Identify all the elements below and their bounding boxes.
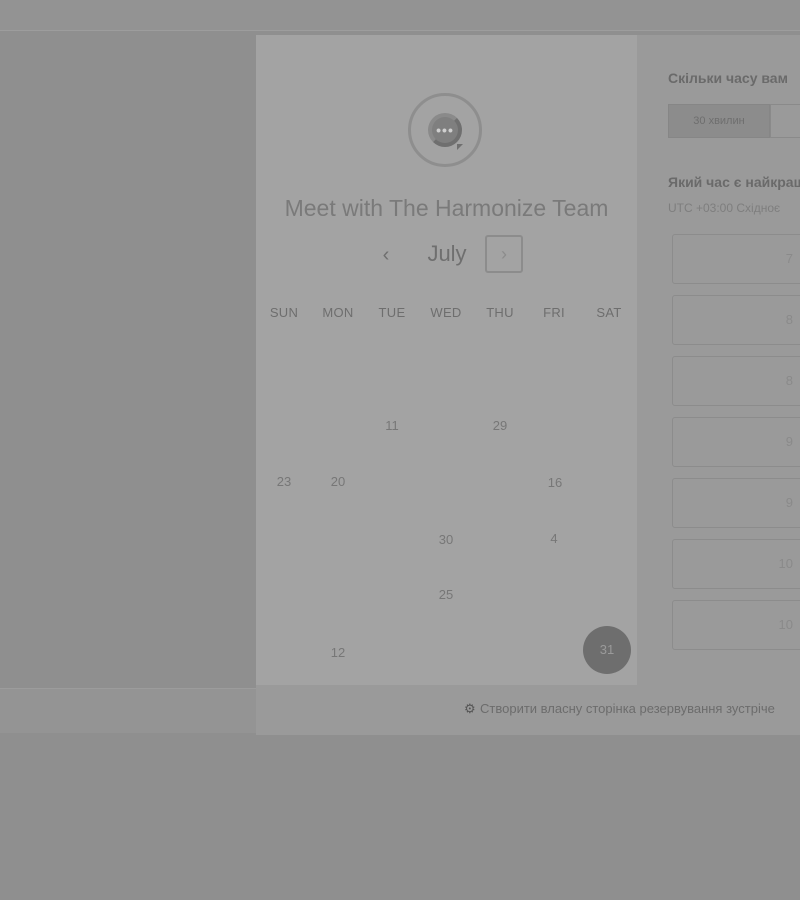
time-slot-label: 9 — [785, 434, 793, 449]
weekday-mon: MON — [322, 305, 354, 320]
weekday-sat: SAT — [596, 305, 622, 320]
weekday-tue: TUE — [378, 305, 406, 320]
calendar-day[interactable]: 16 — [535, 475, 575, 490]
weekday-wed: WED — [430, 305, 462, 320]
time-selection-panel: Скільки часу вам 30 хвилин Який час є на… — [637, 35, 800, 685]
footer-link-text: Створити власну сторінка резервування зу… — [480, 701, 775, 716]
calendar-day[interactable]: 29 — [480, 418, 520, 433]
weekday-fri: FRI — [543, 305, 565, 320]
time-slot-label: 9 — [785, 495, 793, 510]
time-slot-label: 7 — [785, 251, 793, 266]
calendar-day[interactable]: 20 — [318, 474, 358, 489]
duration-tab-other[interactable] — [770, 104, 800, 138]
calendar-day[interactable]: 30 — [426, 532, 466, 547]
time-slot[interactable]: 8 — [672, 295, 800, 345]
time-slot[interactable]: 7 — [672, 234, 800, 284]
next-month-button[interactable]: › — [485, 235, 523, 273]
hubspot-sprocket-icon: ⚙ — [464, 701, 476, 716]
calendar-day[interactable]: 11 — [372, 418, 412, 433]
time-slot[interactable]: 9 — [672, 417, 800, 467]
time-slot[interactable]: 9 — [672, 478, 800, 528]
chat-bubble-icon: ••• — [408, 93, 482, 167]
meeting-scheduler-widget: ••• Meet with The Harmonize Team ‹ July … — [256, 35, 800, 735]
time-slot[interactable]: 10 — [672, 539, 800, 589]
create-booking-page-link[interactable]: ⚙ Створити власну сторінка резервування з… — [464, 701, 775, 717]
weekday-sun: SUN — [269, 305, 299, 320]
background-top-bar — [0, 0, 800, 31]
time-slot[interactable]: 10 — [672, 600, 800, 650]
calendar-day[interactable]: 12 — [318, 645, 358, 660]
time-slot-label: 10 — [778, 556, 793, 571]
duration-tab-30[interactable]: 30 хвилин — [668, 104, 770, 138]
calendar-day[interactable]: 4 — [534, 531, 574, 546]
time-slot-label: 10 — [778, 617, 793, 632]
weekday-thu: THU — [486, 305, 514, 320]
meeting-title: Meet with The Harmonize Team — [284, 195, 609, 221]
calendar-day[interactable]: 25 — [426, 587, 466, 602]
time-heading: Який час є найкращ — [668, 174, 800, 190]
calendar-day[interactable]: 23 — [264, 474, 304, 489]
time-slot-label: 8 — [785, 312, 793, 327]
time-slot[interactable]: 8 — [672, 356, 800, 406]
chat-bubble: ••• — [428, 113, 462, 147]
duration-heading: Скільки часу вам — [668, 70, 788, 86]
bubble-tail — [457, 144, 463, 150]
duration-tabs: 30 хвилин — [668, 104, 800, 138]
month-navigation: ‹ July › — [256, 235, 637, 277]
previous-month-button[interactable]: ‹ — [374, 243, 398, 267]
calendar-day-selected[interactable]: 31 — [583, 626, 631, 674]
ellipsis-icon: ••• — [436, 122, 454, 138]
time-slot-label: 8 — [785, 373, 793, 388]
month-label: July — [427, 241, 467, 266]
timezone-label[interactable]: UTC +03:00 Східноє — [668, 201, 780, 215]
calendar-panel: ••• Meet with The Harmonize Team ‹ July … — [256, 35, 637, 685]
footer: ⚙ Створити власну сторінка резервування з… — [256, 685, 800, 735]
